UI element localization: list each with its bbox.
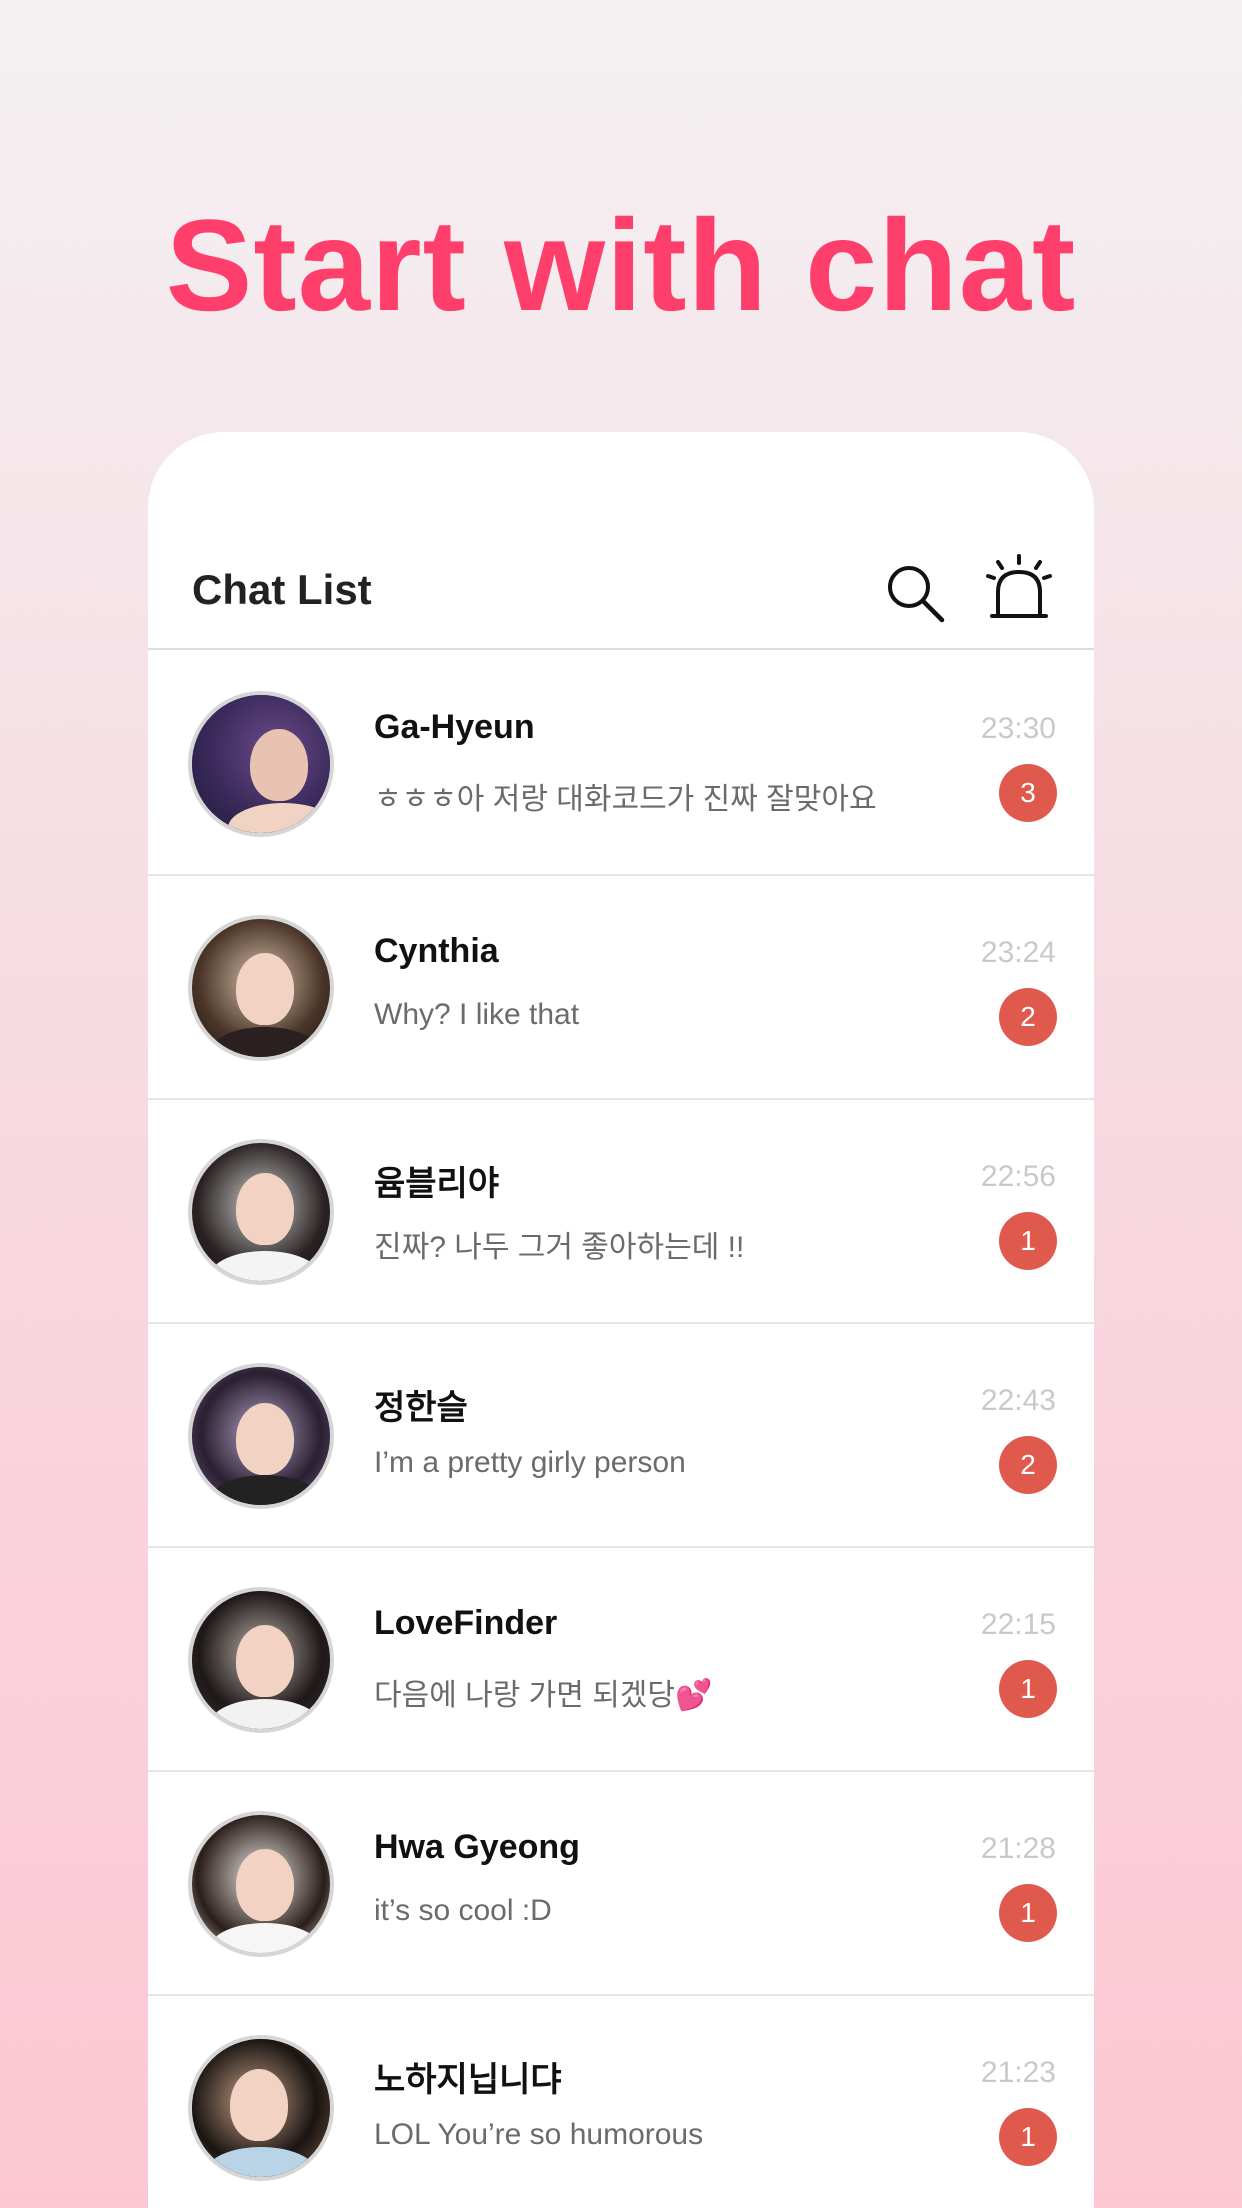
- message-time: 21:28: [980, 1832, 1056, 1865]
- avatar[interactable]: [188, 1363, 334, 1509]
- message-time: 23:24: [980, 936, 1056, 969]
- chat-row[interactable]: 윰블리야 진짜? 나두 그거 좋아하는데 !! 22:56 1: [148, 1100, 1094, 1324]
- avatar[interactable]: [188, 1139, 334, 1285]
- last-message: 다음에 나랑 가면 되겠당💕: [374, 1679, 713, 1712]
- last-message: Why? I like that: [374, 998, 580, 1031]
- message-time: 22:56: [980, 1160, 1056, 1193]
- chat-row[interactable]: Hwa Gyeong it’s so cool :D 21:28 1: [148, 1772, 1094, 1996]
- last-message: LOL You’re so humorous: [374, 2118, 704, 2151]
- alarm-siren-icon[interactable]: [986, 554, 1052, 620]
- contact-name: 윰블리야: [374, 1165, 500, 1203]
- contact-name: 정한슬: [374, 1389, 468, 1427]
- message-time: 21:23: [980, 2056, 1056, 2089]
- contact-name: Hwa Gyeong: [374, 1828, 580, 1866]
- avatar[interactable]: [188, 691, 334, 837]
- last-message: ㅎㅎㅎ아 저랑 대화코드가 진짜 잘맞아요: [374, 783, 877, 816]
- message-time: 23:30: [980, 712, 1056, 745]
- chat-list: Ga-Hyeun ㅎㅎㅎ아 저랑 대화코드가 진짜 잘맞아요 23:30 3 C…: [148, 652, 1094, 2208]
- contact-name: Cynthia: [374, 932, 499, 970]
- last-message: 진짜? 나두 그거 좋아하는데 !!: [374, 1231, 745, 1264]
- unread-badge: 2: [999, 988, 1057, 1046]
- unread-badge: 3: [999, 764, 1057, 822]
- contact-name: 노하지닙니댜: [374, 2061, 562, 2099]
- chat-list-card: Chat List Ga-Hyeun ㅎㅎㅎ아 저랑 대화코드가 진짜 잘맞아요…: [148, 432, 1094, 2208]
- message-time: 22:15: [980, 1608, 1056, 1641]
- avatar[interactable]: [188, 915, 334, 1061]
- unread-badge: 1: [999, 2108, 1057, 2166]
- chat-row[interactable]: 노하지닙니댜 LOL You’re so humorous 21:23 1: [148, 1996, 1094, 2208]
- promo-headline: Start with chat: [165, 192, 1077, 338]
- last-message: it’s so cool :D: [374, 1894, 552, 1927]
- unread-badge: 2: [999, 1436, 1057, 1494]
- chat-row[interactable]: LoveFinder 다음에 나랑 가면 되겠당💕 22:15 1: [148, 1548, 1094, 1772]
- avatar[interactable]: [188, 1811, 334, 1957]
- unread-badge: 1: [999, 1660, 1057, 1718]
- unread-badge: 1: [999, 1884, 1057, 1942]
- avatar[interactable]: [188, 1587, 334, 1733]
- unread-badge: 1: [999, 1212, 1057, 1270]
- contact-name: Ga-Hyeun: [374, 708, 535, 746]
- page-title: Chat List: [192, 566, 372, 613]
- chat-row[interactable]: 정한슬 I’m a pretty girly person 22:43 2: [148, 1324, 1094, 1548]
- contact-name: LoveFinder: [374, 1604, 558, 1642]
- avatar[interactable]: [188, 2035, 334, 2181]
- chat-row[interactable]: Cynthia Why? I like that 23:24 2: [148, 876, 1094, 1100]
- search-icon[interactable]: [884, 562, 946, 624]
- message-time: 22:43: [980, 1384, 1056, 1417]
- chat-row[interactable]: Ga-Hyeun ㅎㅎㅎ아 저랑 대화코드가 진짜 잘맞아요 23:30 3: [148, 652, 1094, 876]
- last-message: I’m a pretty girly person: [374, 1446, 686, 1479]
- chat-list-header: Chat List: [148, 432, 1094, 650]
